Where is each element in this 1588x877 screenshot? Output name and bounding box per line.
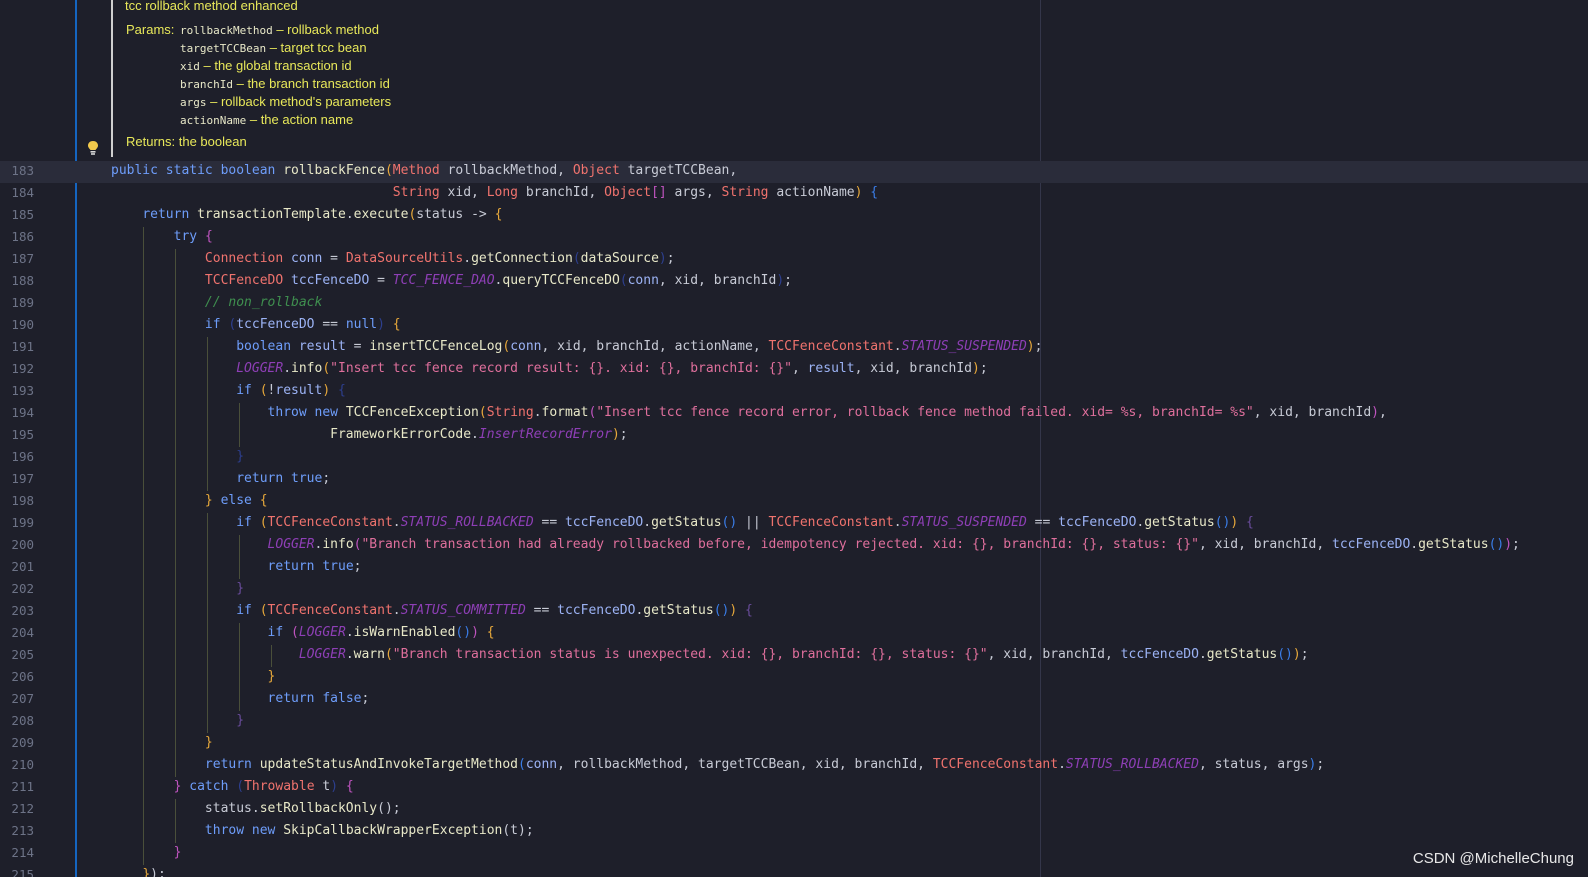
line-number: 198	[11, 493, 34, 508]
code-line-212[interactable]: 212 status.setRollbackOnly();	[0, 799, 1588, 821]
code-line-213[interactable]: 213 throw new SkipCallbackWrapperExcepti…	[0, 821, 1588, 843]
code-line-208[interactable]: 208 }	[0, 711, 1588, 733]
line-number: 215	[11, 867, 34, 877]
line-number: 197	[11, 471, 34, 486]
code-line-210[interactable]: 210 return updateStatusAndInvokeTargetMe…	[0, 755, 1588, 777]
doc-params-label: Params:	[126, 22, 175, 37]
doc-param-row: args – rollback method's parameters	[180, 94, 392, 109]
code-line-197[interactable]: 197 return true;	[0, 469, 1588, 491]
line-number: 203	[11, 603, 34, 618]
code-line-199[interactable]: 199 if (TCCFenceConstant.STATUS_ROLLBACK…	[0, 513, 1588, 535]
line-number: 204	[11, 625, 34, 640]
code-line-209[interactable]: 209 }	[0, 733, 1588, 755]
code-line-198[interactable]: 198 } else {	[0, 491, 1588, 513]
doc-param-row: xid – the global transaction id	[180, 58, 352, 73]
line-number: 199	[11, 515, 34, 530]
line-number: 211	[11, 779, 34, 794]
lightbulb-icon[interactable]	[86, 140, 100, 156]
line-number: 214	[11, 845, 34, 860]
line-number: 186	[11, 229, 34, 244]
code-line-188[interactable]: 188 TCCFenceDO tccFenceDO = TCC_FENCE_DA…	[0, 271, 1588, 293]
line-number: 213	[11, 823, 34, 838]
code-line-195[interactable]: 195 FrameworkErrorCode.InsertRecordError…	[0, 425, 1588, 447]
code-line-192[interactable]: 192 LOGGER.info("Insert tcc fence record…	[0, 359, 1588, 381]
line-number: 206	[11, 669, 34, 684]
line-number: 190	[11, 317, 34, 332]
code-line-201[interactable]: 201 return true;	[0, 557, 1588, 579]
line-number: 202	[11, 581, 34, 596]
code-line-187[interactable]: 187 Connection conn = DataSourceUtils.ge…	[0, 249, 1588, 271]
code-line-189[interactable]: 189 // non_rollback	[0, 293, 1588, 315]
doc-summary: tcc rollback method enhanced	[125, 0, 298, 13]
line-number: 208	[11, 713, 34, 728]
line-number: 191	[11, 339, 34, 354]
code-line-184[interactable]: 184 String xid, Long branchId, Object[] …	[0, 183, 1588, 205]
line-number: 188	[11, 273, 34, 288]
line-number: 210	[11, 757, 34, 772]
line-number: 201	[11, 559, 34, 574]
code-line-205[interactable]: 205 LOGGER.warn("Branch transaction stat…	[0, 645, 1588, 667]
code-editor[interactable]: tcc rollback method enhanced Params: rol…	[0, 0, 1588, 877]
code-line-196[interactable]: 196 }	[0, 447, 1588, 469]
code-line-206[interactable]: 206 }	[0, 667, 1588, 689]
line-number: 195	[11, 427, 34, 442]
code-line-203[interactable]: 203 if (TCCFenceConstant.STATUS_COMMITTE…	[0, 601, 1588, 623]
line-number: 207	[11, 691, 34, 706]
doc-param-row: rollbackMethod – rollback method	[180, 22, 379, 37]
code-line-194[interactable]: 194 throw new TCCFenceException(String.f…	[0, 403, 1588, 425]
code-line-202[interactable]: 202 }	[0, 579, 1588, 601]
line-number: 209	[11, 735, 34, 750]
line-number: 194	[11, 405, 34, 420]
code-line-214[interactable]: 214 }	[0, 843, 1588, 865]
code-line-186[interactable]: 186 try {	[0, 227, 1588, 249]
code-line-204[interactable]: 204 if (LOGGER.isWarnEnabled()) {	[0, 623, 1588, 645]
code-line-190[interactable]: 190 if (tccFenceDO == null) {	[0, 315, 1588, 337]
watermark: CSDN @MichelleChung	[1412, 850, 1574, 867]
line-number: 193	[11, 383, 34, 398]
line-number: 189	[11, 295, 34, 310]
doc-param-row: branchId – the branch transaction id	[180, 76, 390, 91]
line-number: 200	[11, 537, 34, 552]
line-number: 205	[11, 647, 34, 662]
code-line-211[interactable]: 211 } catch (Throwable t) {	[0, 777, 1588, 799]
code-line-185[interactable]: 185 return transactionTemplate.execute(s…	[0, 205, 1588, 227]
doc-param-row: targetTCCBean – target tcc bean	[180, 40, 367, 55]
line-number: 187	[11, 251, 34, 266]
doc-param-row: actionName – the action name	[180, 112, 354, 127]
line-number: 184	[11, 185, 34, 200]
line-number: 185	[11, 207, 34, 222]
line-number: 196	[11, 449, 34, 464]
code-line-207[interactable]: 207 return false;	[0, 689, 1588, 711]
code-line-193[interactable]: 193 if (!result) {	[0, 381, 1588, 403]
line-number: 212	[11, 801, 34, 816]
code-line-183[interactable]: 183 public static boolean rollbackFence(…	[0, 161, 1588, 183]
javadoc-popup: tcc rollback method enhanced Params: rol…	[111, 0, 1053, 157]
code-line-191[interactable]: 191 boolean result = insertTCCFenceLog(c…	[0, 337, 1588, 359]
code-line-200[interactable]: 200 LOGGER.info("Branch transaction had …	[0, 535, 1588, 557]
line-number: 192	[11, 361, 34, 376]
line-number: 183	[11, 163, 34, 178]
code-line-215[interactable]: 215 });	[0, 865, 1588, 877]
doc-returns: Returns: the boolean	[126, 134, 247, 149]
